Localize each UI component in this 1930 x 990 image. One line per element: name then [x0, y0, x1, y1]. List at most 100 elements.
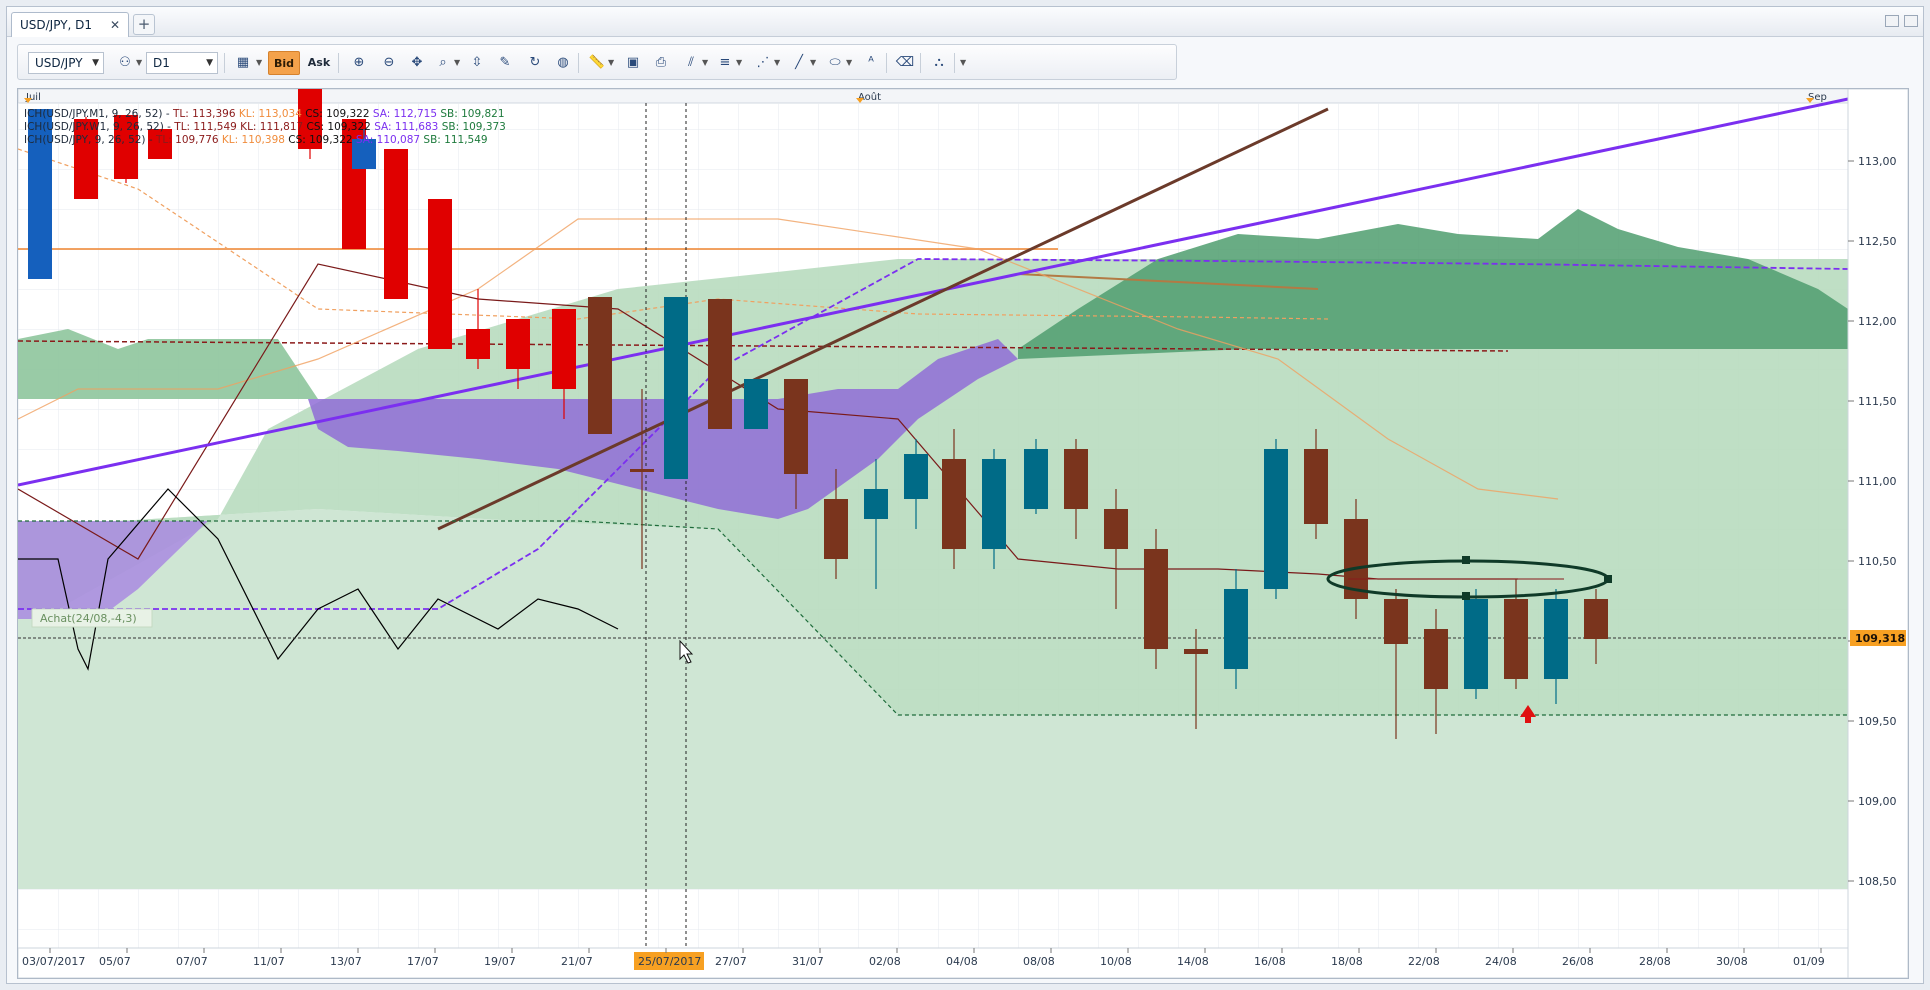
separator	[224, 53, 225, 73]
template-icon[interactable]: ✎	[492, 51, 518, 75]
candle-body	[630, 469, 654, 472]
trend-tool-icon[interactable]: ⋰	[750, 51, 776, 75]
date-label: 16/08	[1254, 955, 1286, 968]
price-scale-icon[interactable]: ⇳	[464, 51, 490, 75]
indicator-legend-line: ICH(USD/JPY.W1, 9, 26, 52) - TL: 111,549…	[24, 121, 506, 133]
chevron-down-icon[interactable]: ▼	[256, 58, 262, 67]
candle-body	[942, 459, 966, 549]
date-label: 24/08	[1485, 955, 1517, 968]
date-label: 21/07	[561, 955, 593, 968]
zoom-in-icon[interactable]: ⊕	[346, 51, 372, 75]
date-label: 26/08	[1562, 955, 1594, 968]
chevron-down-icon[interactable]: ▼	[810, 58, 816, 67]
maximize-icon[interactable]	[1904, 15, 1918, 27]
chevron-down-icon[interactable]: ▼	[846, 58, 852, 67]
date-label: 14/08	[1177, 955, 1209, 968]
objects-icon[interactable]: ⛬	[926, 51, 952, 75]
current-price-value: 109,318	[1855, 632, 1905, 645]
candle-body	[1024, 449, 1048, 509]
price-label: 110,50	[1858, 555, 1897, 568]
date-label: 27/07	[715, 955, 747, 968]
candle-body	[428, 199, 452, 349]
price-chart[interactable]: Juil Août Sep Achat(24/08,-4,3) ICH(USD/…	[17, 88, 1909, 979]
chevron-down-icon[interactable]: ▼	[454, 58, 460, 67]
candle-body	[1504, 599, 1528, 679]
close-icon[interactable]: ✕	[108, 18, 122, 32]
timeframe-value: D1	[153, 56, 170, 70]
chart-toolbar: USD/JPY ▼ ⚇ ▼ D1 ▼ ▦ ▼ Bid Ask ⊕ ⊖ ✥ ⌕ ▼…	[17, 44, 1177, 80]
globe-icon[interactable]: ◍	[550, 51, 576, 75]
candle-body	[1584, 599, 1608, 639]
separator	[886, 53, 887, 73]
chart-area[interactable]: Juil Août Sep Achat(24/08,-4,3) ICH(USD/…	[17, 88, 1909, 979]
date-label: 28/08	[1639, 955, 1671, 968]
refresh-icon[interactable]: ↻	[522, 51, 548, 75]
eraser-icon[interactable]: ⌫	[892, 51, 918, 75]
price-axis[interactable]	[1847, 88, 1909, 979]
pen-icon[interactable]: ╱	[786, 51, 812, 75]
separator	[578, 53, 579, 73]
candle-body	[1304, 449, 1328, 524]
tab-usdjpy-d1[interactable]: USD/JPY, D1 ✕	[11, 12, 129, 37]
print-icon[interactable]: ⎙	[648, 51, 674, 75]
price-label: 112,50	[1858, 235, 1897, 248]
price-label: 108,50	[1858, 875, 1897, 888]
fibonacci-icon[interactable]: ⫽	[678, 51, 704, 75]
minimize-icon[interactable]	[1885, 15, 1899, 27]
candle-body	[1464, 599, 1488, 689]
candle-body	[1264, 449, 1288, 589]
ask-button[interactable]: Ask	[304, 51, 334, 75]
chevron-down-icon[interactable]: ▼	[736, 58, 742, 67]
date-label: 05/07	[99, 955, 131, 968]
indicator-legend-line: ICH(USD/JPY.M1, 9, 26, 52) - TL: 113,396…	[24, 108, 505, 120]
screenshot-icon[interactable]: ▣	[620, 51, 646, 75]
price-label: 112,00	[1858, 315, 1897, 328]
chevron-down-icon[interactable]: ▼	[702, 58, 708, 67]
date-label: 25/07/2017	[638, 955, 701, 968]
date-label: 17/07	[407, 955, 439, 968]
date-label: 22/08	[1408, 955, 1440, 968]
new-tab-button[interactable]: +	[133, 14, 155, 35]
ellipse-handle[interactable]	[1462, 556, 1470, 564]
lines-icon[interactable]: ≡	[712, 51, 738, 75]
symbol-value: USD/JPY	[35, 56, 83, 70]
date-label: 01/09	[1793, 955, 1825, 968]
chevron-down-icon[interactable]: ▼	[774, 58, 780, 67]
chevron-down-icon[interactable]: ▼	[960, 58, 966, 67]
chart-type-icon[interactable]: ▦	[230, 51, 256, 75]
date-label: 10/08	[1100, 955, 1132, 968]
date-label: 04/08	[946, 955, 978, 968]
text-icon[interactable]: ᴬ	[858, 51, 884, 75]
zoom-out-icon[interactable]: ⊖	[376, 51, 402, 75]
candle-body	[1424, 629, 1448, 689]
timeframe-select[interactable]: D1 ▼	[146, 52, 218, 74]
candle-body	[1544, 599, 1568, 679]
candle-body	[1104, 509, 1128, 549]
ellipse-handle[interactable]	[1604, 575, 1612, 583]
signal-label: Achat(24/08,-4,3)	[40, 612, 137, 625]
candle-body	[744, 379, 768, 429]
date-label: 03/07/2017	[22, 955, 85, 968]
ruler-icon[interactable]: 📏	[584, 51, 610, 75]
crosshair-icon[interactable]: ✥	[404, 51, 430, 75]
symbol-select[interactable]: USD/JPY ▼	[28, 52, 104, 74]
chevron-down-icon[interactable]: ▼	[136, 58, 142, 67]
candle-body	[506, 319, 530, 369]
indicator-legend-line: ICH(USD/JPY, 9, 26, 52) - TL: 109,776 KL…	[24, 134, 488, 146]
magnifier-icon[interactable]: ⌕	[430, 51, 456, 75]
price-label: 109,00	[1858, 795, 1897, 808]
ellipse-icon[interactable]: ⬭	[822, 51, 848, 75]
price-label: 113,00	[1858, 155, 1897, 168]
candle-body	[824, 499, 848, 559]
chevron-down-icon: ▼	[92, 58, 99, 68]
chevron-down-icon[interactable]: ▼	[608, 58, 614, 67]
candle-body	[1224, 589, 1248, 669]
indicator-icon[interactable]: ⚇	[112, 51, 138, 75]
date-label: 07/07	[176, 955, 208, 968]
candle-body	[864, 489, 888, 519]
ellipse-handle[interactable]	[1462, 592, 1470, 600]
candle-body	[784, 379, 808, 474]
candle-body	[1144, 549, 1168, 649]
candle-body	[588, 297, 612, 434]
bid-button[interactable]: Bid	[268, 51, 300, 75]
